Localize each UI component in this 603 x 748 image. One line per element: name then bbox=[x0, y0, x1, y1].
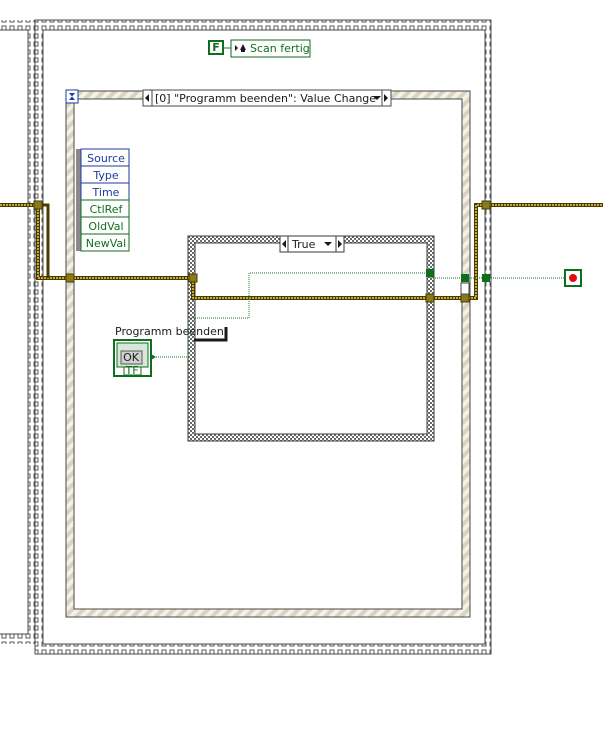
terminal-label: Programm beenden bbox=[115, 325, 224, 338]
case-selector-label: True bbox=[291, 238, 316, 251]
case-selector[interactable]: True bbox=[279, 235, 345, 253]
event-data-field-type: Type bbox=[92, 169, 118, 182]
event-data-field-time: Time bbox=[92, 186, 120, 199]
event-data-field-ctlref: CtlRef bbox=[90, 203, 124, 216]
event-data-field-newval: NewVal bbox=[86, 237, 126, 250]
event-selector[interactable]: [0] "Programm beenden": Value Change bbox=[142, 89, 392, 107]
event-timeout-terminal[interactable] bbox=[65, 89, 79, 104]
stop-icon bbox=[569, 274, 577, 282]
local-variable-name: Scan fertig bbox=[250, 42, 310, 55]
terminal-tf: TF bbox=[124, 364, 138, 377]
left-sequence-frame[interactable] bbox=[0, 20, 35, 644]
event-data-node[interactable]: Source Type Time CtlRef OldVal NewVal bbox=[76, 148, 130, 252]
stop-terminal[interactable] bbox=[564, 269, 582, 287]
event-selector-label: [0] "Programm beenden": Value Change bbox=[155, 92, 376, 105]
block-diagram: F Scan fertig [0] "Programm beenden": Va… bbox=[0, 19, 603, 655]
local-variable-tf: F bbox=[212, 41, 220, 54]
terminal-button-text: OK bbox=[123, 351, 140, 364]
event-data-field-oldval: OldVal bbox=[88, 220, 123, 233]
event-data-field-source: Source bbox=[87, 152, 125, 165]
